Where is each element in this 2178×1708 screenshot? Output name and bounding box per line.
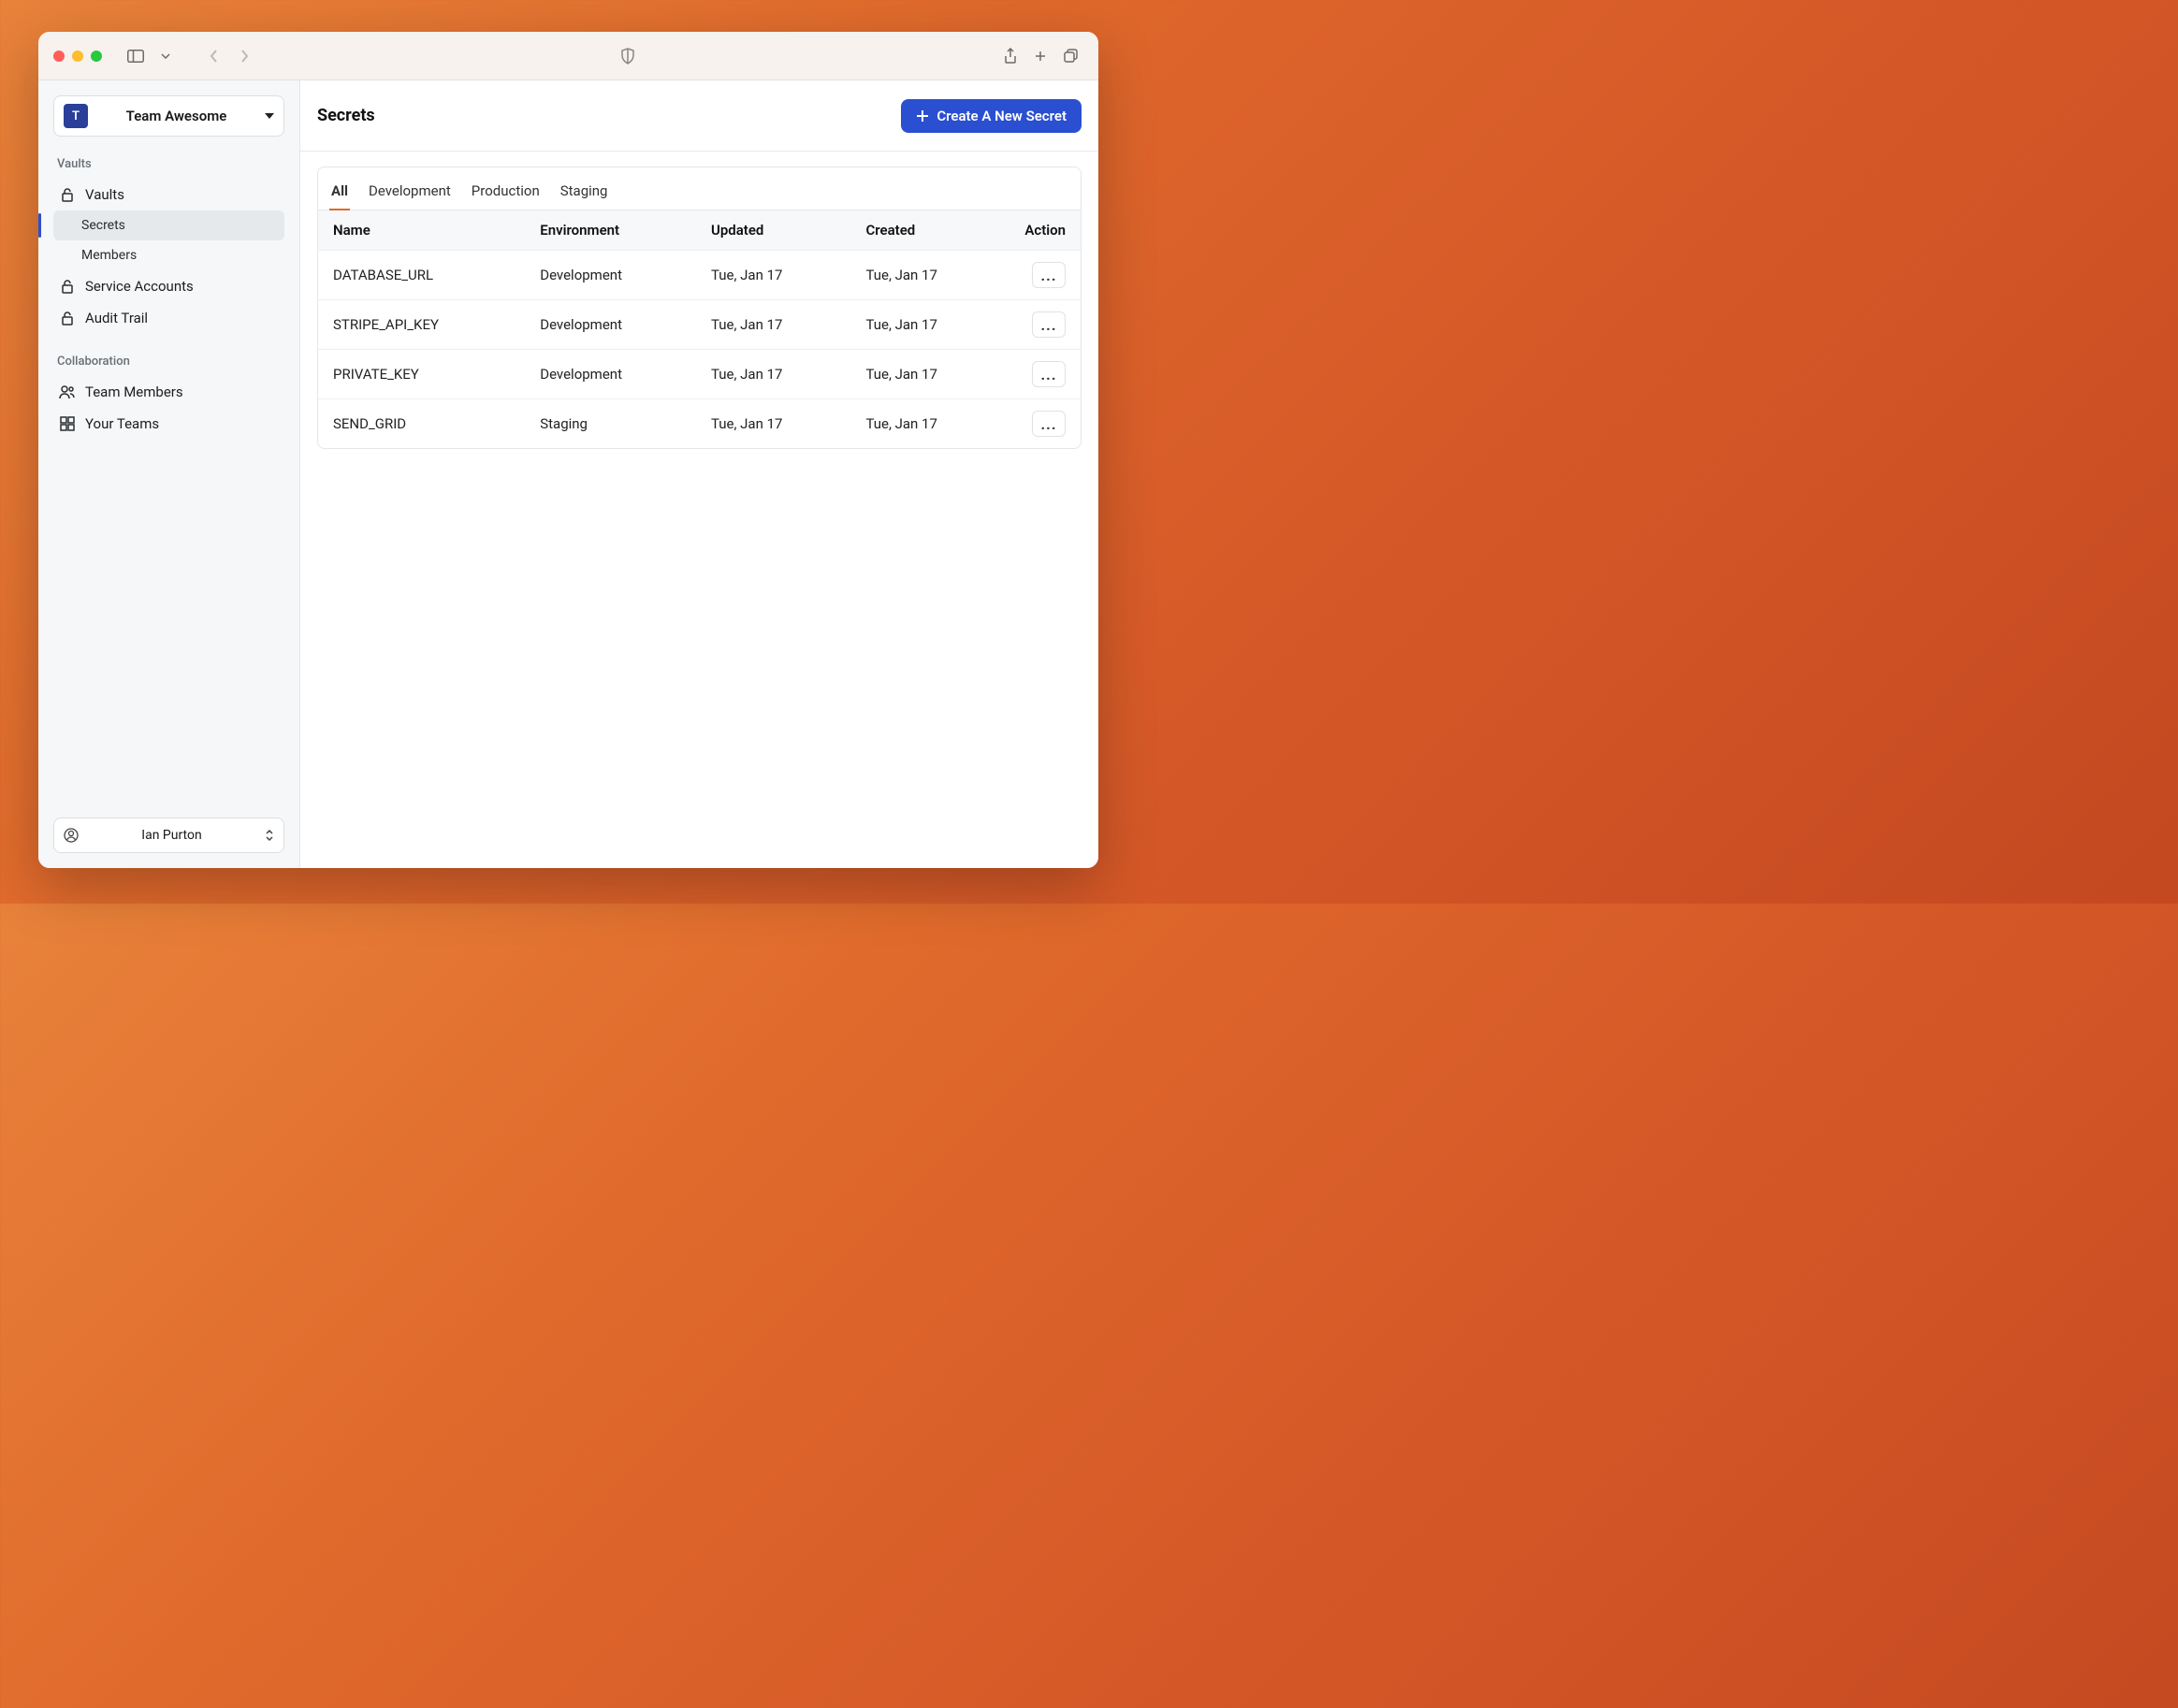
cell-name: SEND_GRID — [318, 399, 525, 449]
col-action: Action — [1006, 210, 1081, 251]
col-environment: Environment — [525, 210, 696, 251]
col-created: Created — [850, 210, 1006, 251]
cell-created: Tue, Jan 17 — [850, 251, 1006, 300]
cell-action: ... — [1006, 350, 1081, 399]
share-icon[interactable] — [997, 43, 1024, 69]
team-selector[interactable]: T Team Awesome — [53, 95, 284, 137]
table-header-row: Name Environment Updated Created Action — [318, 210, 1081, 251]
col-name: Name — [318, 210, 525, 251]
cell-updated: Tue, Jan 17 — [696, 350, 850, 399]
row-menu-button[interactable]: ... — [1032, 411, 1066, 437]
up-down-icon — [265, 829, 274, 842]
cell-environment: Development — [525, 350, 696, 399]
main-content: Secrets Create A New Secret All Developm… — [300, 80, 1098, 868]
sidebar-toggle-group — [123, 43, 179, 69]
nav-arrows — [201, 43, 257, 69]
caret-down-icon — [265, 113, 274, 119]
plus-icon — [916, 109, 929, 123]
traffic-lights — [53, 51, 102, 62]
cell-updated: Tue, Jan 17 — [696, 399, 850, 449]
title-bar — [38, 32, 1098, 80]
shield-icon — [620, 48, 635, 65]
title-bar-center — [265, 48, 990, 65]
unlock-icon — [59, 187, 76, 202]
sidebar-item-label: Your Teams — [85, 415, 159, 432]
row-menu-button[interactable]: ... — [1032, 311, 1066, 338]
sidebar-item-members[interactable]: Members — [53, 240, 284, 270]
cell-name: DATABASE_URL — [318, 251, 525, 300]
cell-created: Tue, Jan 17 — [850, 399, 1006, 449]
sidebar: T Team Awesome Vaults Vaults Secrets Mem… — [38, 80, 300, 868]
cell-name: STRIPE_API_KEY — [318, 300, 525, 350]
sidebar-item-audit-trail[interactable]: Audit Trail — [53, 302, 284, 334]
table-row: PRIVATE_KEY Development Tue, Jan 17 Tue,… — [318, 350, 1081, 399]
tab-production[interactable]: Production — [470, 177, 542, 210]
table-row: SEND_GRID Staging Tue, Jan 17 Tue, Jan 1… — [318, 399, 1081, 449]
cell-updated: Tue, Jan 17 — [696, 251, 850, 300]
sidebar-item-your-teams[interactable]: Your Teams — [53, 408, 284, 440]
sidebar-item-secrets[interactable]: Secrets — [53, 210, 284, 240]
cell-environment: Development — [525, 300, 696, 350]
forward-button[interactable] — [231, 43, 257, 69]
secrets-card: All Development Production Staging Name … — [317, 166, 1082, 449]
sidebar-item-label: Secrets — [81, 218, 125, 233]
cell-environment: Staging — [525, 399, 696, 449]
cell-action: ... — [1006, 399, 1081, 449]
maximize-window-button[interactable] — [91, 51, 102, 62]
tabs: All Development Production Staging — [318, 167, 1081, 210]
team-name: Team Awesome — [97, 108, 255, 124]
sidebar-item-label: Service Accounts — [85, 278, 194, 295]
tab-staging[interactable]: Staging — [559, 177, 610, 210]
cell-action: ... — [1006, 300, 1081, 350]
sidebar-item-label: Audit Trail — [85, 310, 148, 326]
title-bar-right — [997, 43, 1083, 69]
grid-icon — [59, 416, 76, 431]
content-area: T Team Awesome Vaults Vaults Secrets Mem… — [38, 80, 1098, 868]
sidebar-toggle-icon[interactable] — [123, 43, 149, 69]
create-secret-button[interactable]: Create A New Secret — [901, 99, 1082, 133]
tab-all[interactable]: All — [329, 177, 350, 210]
cell-created: Tue, Jan 17 — [850, 350, 1006, 399]
sidebar-item-label: Team Members — [85, 384, 183, 400]
sidebar-item-vaults[interactable]: Vaults — [53, 179, 284, 210]
row-menu-button[interactable]: ... — [1032, 262, 1066, 288]
section-label-vaults: Vaults — [53, 157, 284, 171]
create-button-label: Create A New Secret — [937, 108, 1067, 124]
user-icon — [64, 828, 79, 843]
sidebar-footer: Ian Purton — [53, 818, 284, 853]
sidebar-item-label: Vaults — [85, 186, 124, 203]
tabs-overview-icon[interactable] — [1057, 43, 1083, 69]
unlock-icon — [59, 279, 76, 294]
row-menu-button[interactable]: ... — [1032, 361, 1066, 387]
sidebar-item-label: Members — [81, 248, 137, 263]
page-title: Secrets — [317, 106, 375, 125]
minimize-window-button[interactable] — [72, 51, 83, 62]
table-row: DATABASE_URL Development Tue, Jan 17 Tue… — [318, 251, 1081, 300]
secrets-table: Name Environment Updated Created Action … — [318, 210, 1081, 448]
cell-environment: Development — [525, 251, 696, 300]
sidebar-item-team-members[interactable]: Team Members — [53, 376, 284, 408]
close-window-button[interactable] — [53, 51, 65, 62]
table-row: STRIPE_API_KEY Development Tue, Jan 17 T… — [318, 300, 1081, 350]
cell-name: PRIVATE_KEY — [318, 350, 525, 399]
people-icon — [59, 384, 76, 399]
cell-created: Tue, Jan 17 — [850, 300, 1006, 350]
col-updated: Updated — [696, 210, 850, 251]
cell-updated: Tue, Jan 17 — [696, 300, 850, 350]
section-label-collaboration: Collaboration — [53, 355, 284, 369]
back-button[interactable] — [201, 43, 227, 69]
cell-action: ... — [1006, 251, 1081, 300]
chevron-down-icon[interactable] — [152, 43, 179, 69]
team-badge: T — [64, 104, 88, 128]
user-selector[interactable]: Ian Purton — [53, 818, 284, 853]
user-name: Ian Purton — [88, 828, 255, 843]
main-body: All Development Production Staging Name … — [300, 152, 1098, 868]
tab-development[interactable]: Development — [367, 177, 453, 210]
unlock-icon — [59, 311, 76, 326]
app-window: T Team Awesome Vaults Vaults Secrets Mem… — [38, 32, 1098, 868]
new-tab-icon[interactable] — [1027, 43, 1053, 69]
main-header: Secrets Create A New Secret — [300, 80, 1098, 152]
sidebar-item-service-accounts[interactable]: Service Accounts — [53, 270, 284, 302]
